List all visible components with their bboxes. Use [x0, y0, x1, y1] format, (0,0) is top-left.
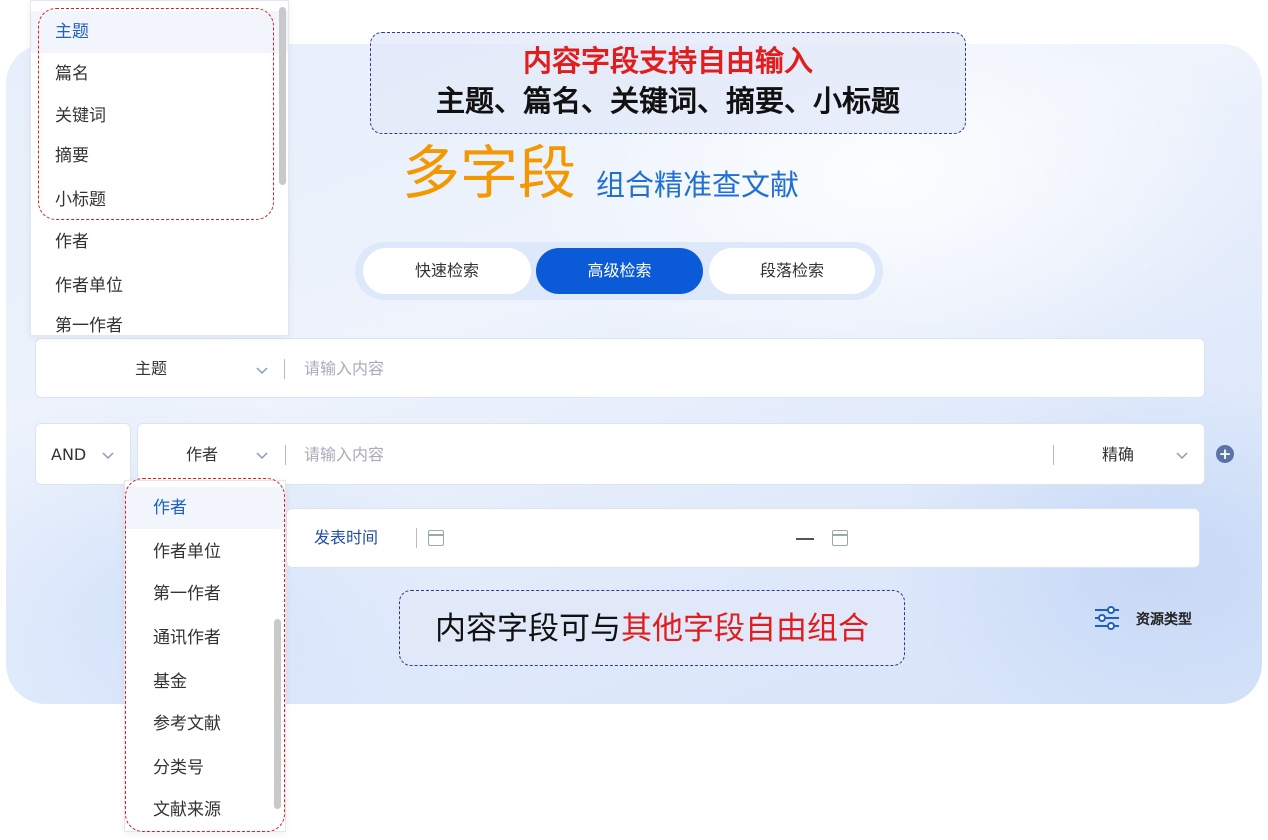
chevron-down-icon[interactable] — [1175, 448, 1189, 462]
chevron-down-icon — [102, 452, 114, 460]
divider — [285, 445, 286, 465]
search-input[interactable]: 请输入内容 — [304, 445, 384, 465]
field-select-label[interactable]: 主题 — [135, 359, 167, 379]
dropdown-item[interactable]: 作者 — [125, 487, 285, 529]
logic-operator-label: AND — [51, 445, 87, 464]
field-dropdown-top: 主题 篇名 关键词 摘要 小标题 作者 作者单位 第一作者 — [30, 0, 289, 336]
date-range-dash — [796, 538, 814, 540]
dropdown-item[interactable]: 文献来源 — [125, 789, 285, 831]
tab-paragraph-search[interactable]: 段落检索 — [709, 248, 875, 294]
calendar-icon[interactable] — [428, 530, 444, 546]
add-row-icon[interactable]: + — [1216, 445, 1234, 463]
search-row-2: 作者 请输入内容 精确 — [137, 423, 1205, 485]
chevron-down-icon[interactable] — [255, 363, 269, 377]
search-row-1: 主题 请输入内容 — [35, 338, 1205, 398]
calendar-icon[interactable] — [832, 530, 848, 546]
field-select-label[interactable]: 作者 — [186, 445, 218, 465]
resource-type-label: 资源类型 — [1136, 612, 1192, 628]
dropdown-item[interactable]: 分类号 — [125, 747, 285, 789]
chevron-down-icon[interactable] — [255, 448, 269, 462]
callout-text-black: 内容字段可与 — [435, 611, 621, 647]
dropdown-item[interactable]: 第一作者 — [31, 305, 288, 335]
dropdown-item[interactable]: 小标题 — [31, 179, 288, 221]
callout-text-red: 其他字段自由组合 — [621, 611, 869, 647]
page-title: 多字段 — [402, 141, 577, 206]
dropdown-item[interactable]: 摘要 — [31, 135, 288, 177]
dropdown-item[interactable]: 参考文献 — [125, 703, 285, 745]
callout-line-1: 内容字段支持自由输入 — [522, 44, 813, 78]
dropdown-item[interactable]: 通讯作者 — [125, 617, 285, 659]
publish-date-label: 发表时间 — [314, 528, 379, 547]
callout-line-2: 主题、篇名、关键词、摘要、小标题 — [435, 84, 900, 118]
dropdown-scrollbar[interactable] — [274, 619, 281, 809]
date-range-row — [286, 508, 1200, 568]
dropdown-item[interactable]: 作者单位 — [31, 265, 288, 307]
callout-combine-fields: 内容字段可与其他字段自由组合 — [399, 590, 905, 666]
divider — [284, 359, 285, 379]
tab-advanced-search[interactable]: 高级检索 — [536, 248, 703, 294]
divider — [1053, 445, 1054, 465]
dropdown-item[interactable]: 第一作者 — [125, 573, 285, 615]
dropdown-item[interactable]: 作者单位 — [125, 531, 285, 573]
field-dropdown-bottom: 作者 作者单位 第一作者 通讯作者 基金 参考文献 分类号 文献来源 — [124, 480, 286, 832]
callout-content-fields: 内容字段支持自由输入 主题、篇名、关键词、摘要、小标题 — [370, 32, 966, 134]
logic-operator-select[interactable]: AND — [35, 423, 131, 485]
dropdown-item[interactable]: 作者 — [31, 221, 288, 263]
search-input[interactable]: 请输入内容 — [304, 359, 384, 379]
dropdown-item[interactable]: 篇名 — [31, 53, 288, 95]
page-subtitle: 组合精准查文献 — [596, 170, 800, 202]
match-mode-select[interactable]: 精确 — [1102, 445, 1134, 465]
search-mode-tabs: 快速检索 高级检索 段落检索 — [355, 242, 883, 300]
dropdown-scrollbar[interactable] — [279, 7, 286, 185]
sliders-icon — [1095, 606, 1119, 630]
dropdown-item[interactable]: 基金 — [125, 661, 285, 703]
dropdown-item[interactable]: 关键词 — [31, 95, 288, 137]
dropdown-item[interactable]: 主题 — [31, 11, 288, 53]
divider — [416, 528, 417, 548]
tab-quick-search[interactable]: 快速检索 — [363, 248, 531, 294]
